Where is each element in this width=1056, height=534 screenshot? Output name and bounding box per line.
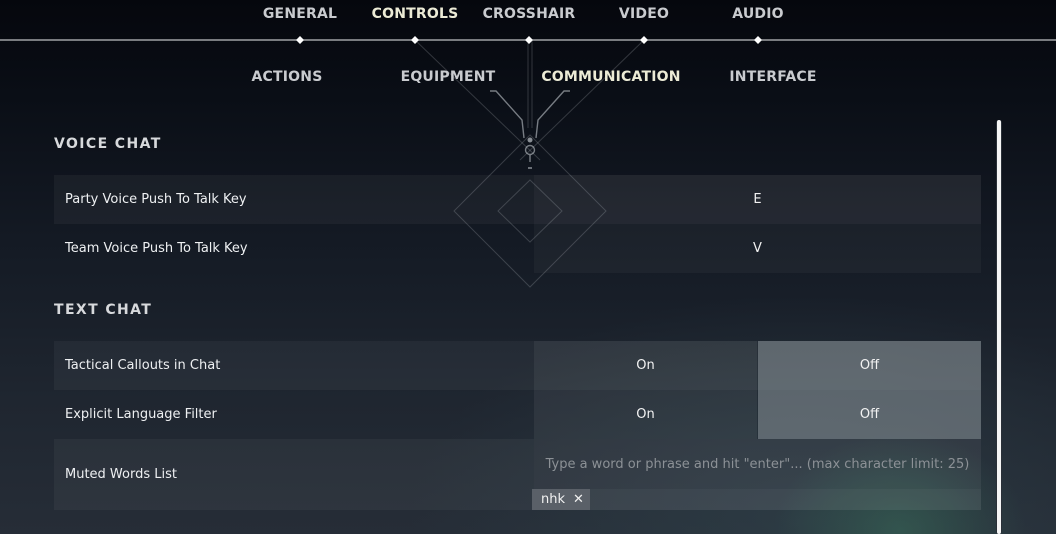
rail-node-crosshair xyxy=(525,36,533,44)
remove-tag-icon[interactable]: ✕ xyxy=(573,492,584,507)
muted-word-tag: nhk ✕ xyxy=(532,489,590,510)
party-voice-ptt-keybind[interactable]: E xyxy=(534,175,981,224)
tab-general[interactable]: GENERAL xyxy=(263,6,337,26)
explicit-filter-off-option[interactable]: Off xyxy=(758,390,981,439)
muted-words-tags: nhk ✕ xyxy=(532,489,981,510)
party-voice-ptt-label: Party Voice Push To Talk Key xyxy=(65,192,247,207)
scrollbar-thumb[interactable] xyxy=(997,120,1001,534)
explicit-filter-label: Explicit Language Filter xyxy=(65,407,217,422)
tab-controls[interactable]: CONTROLS xyxy=(372,6,459,26)
tab-crosshair[interactable]: CROSSHAIR xyxy=(483,6,576,26)
settings-scrollbar[interactable] xyxy=(996,120,1002,534)
subtab-equipment[interactable]: EQUIPMENT xyxy=(401,69,496,89)
rail-node-audio xyxy=(754,36,762,44)
team-voice-ptt-keybind[interactable]: V xyxy=(534,224,981,273)
tab-audio[interactable]: AUDIO xyxy=(732,6,784,26)
tactical-callouts-on-option[interactable]: On xyxy=(534,341,757,390)
party-voice-ptt-row: Party Voice Push To Talk Key E xyxy=(54,175,981,224)
muted-words-label: Muted Words List xyxy=(65,467,177,482)
subtab-interface[interactable]: INTERFACE xyxy=(729,69,816,89)
subtab-communication[interactable]: COMMUNICATION xyxy=(541,69,680,89)
team-voice-ptt-label: Team Voice Push To Talk Key xyxy=(65,241,248,256)
tab-video[interactable]: VIDEO xyxy=(619,6,669,26)
explicit-filter-row: Explicit Language Filter On Off xyxy=(54,390,981,439)
team-voice-ptt-row: Team Voice Push To Talk Key V xyxy=(54,224,981,273)
text-chat-heading: TEXT CHAT xyxy=(54,302,153,318)
rail-node-general xyxy=(296,36,304,44)
explicit-filter-on-option[interactable]: On xyxy=(534,390,757,439)
voice-chat-heading: VOICE CHAT xyxy=(54,136,162,152)
muted-words-input[interactable] xyxy=(534,439,981,489)
muted-word-tag-text: nhk xyxy=(541,492,566,507)
rail-node-controls xyxy=(411,36,419,44)
muted-words-row: Muted Words List nhk ✕ xyxy=(54,439,981,510)
subtab-actions[interactable]: ACTIONS xyxy=(252,69,323,89)
tactical-callouts-label: Tactical Callouts in Chat xyxy=(65,358,221,373)
tactical-callouts-row: Tactical Callouts in Chat On Off xyxy=(54,341,981,390)
tactical-callouts-off-option[interactable]: Off xyxy=(758,341,981,390)
rail-node-video xyxy=(640,36,648,44)
